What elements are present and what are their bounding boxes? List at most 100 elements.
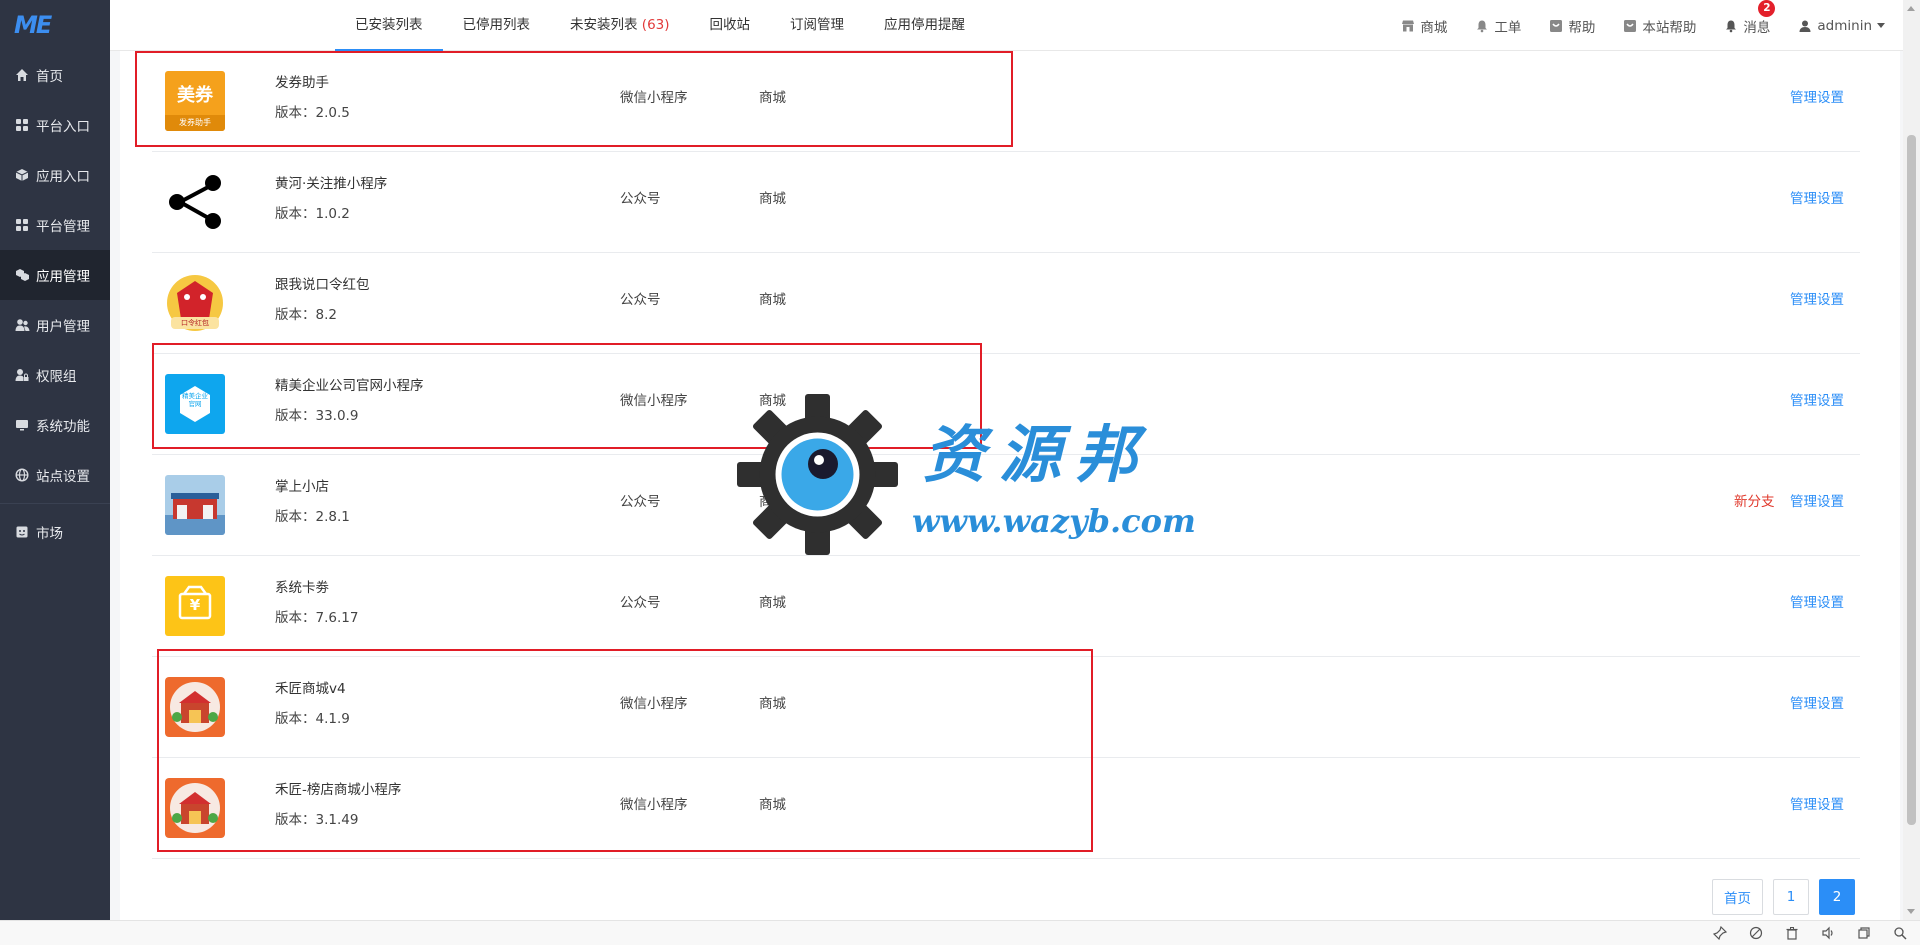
tab-label: 应用停用提醒 [884, 17, 966, 33]
ticket-link[interactable]: 工单 [1475, 16, 1521, 36]
help-icon [1623, 19, 1637, 33]
sidebar-item-permission-group[interactable]: 权限组 [0, 350, 110, 400]
app-name: 黄河·关注推小程序 [275, 176, 388, 192]
app-category: 商城 [759, 797, 786, 813]
app-category: 商城 [759, 393, 786, 409]
app-row: 禾匠商城v4 版本：4.1.9 微信小程序 商城 管理设置 [152, 657, 1860, 758]
manage-settings-link[interactable]: 管理设置 [1790, 86, 1844, 106]
logo[interactable]: ME [0, 0, 110, 50]
tab-installed-list[interactable]: 已安装列表 [335, 0, 443, 51]
sidebar-item-app-entry[interactable]: 应用入口 [0, 150, 110, 200]
message-count-badge: 2 [1758, 0, 1776, 17]
tab-app-disable-reminder[interactable]: 应用停用提醒 [864, 0, 985, 51]
app-type: 微信小程序 [620, 90, 688, 106]
sidebar-item-platform-entry[interactable]: 平台入口 [0, 100, 110, 150]
volume-icon[interactable] [1820, 925, 1836, 941]
app-type: 公众号 [620, 595, 661, 611]
app-type: 微信小程序 [620, 696, 688, 712]
app-row: 掌上小店 版本：2.8.1 公众号 商城 新分支 管理设置 [152, 455, 1860, 556]
app-name: 禾匠-榜店商城小程序 [275, 782, 402, 798]
storefront-icon [165, 475, 225, 535]
globe-icon [14, 467, 30, 483]
app-category: 商城 [759, 90, 786, 106]
app-category: 商城 [759, 292, 786, 308]
app-name: 精美企业公司官网小程序 [275, 378, 424, 394]
trash-icon[interactable] [1784, 925, 1800, 941]
sidebar-menu: 首页 平台入口 应用入口 平台管理 应用管理 用户管理 权限组 系统功能 站点设… [0, 50, 110, 557]
manage-settings-link[interactable]: 管理设置 [1790, 591, 1844, 611]
no-image-icon[interactable] [1748, 925, 1764, 941]
app-version: 版本：3.1.49 [275, 812, 359, 828]
sidebar-item-site-settings[interactable]: 站点设置 [0, 450, 110, 500]
app-category: 商城 [759, 595, 786, 611]
cubes-icon [14, 267, 30, 283]
messages-link[interactable]: 消息 2 [1724, 0, 1776, 36]
shop-link[interactable]: 商城 [1401, 16, 1447, 36]
tab-disabled-list[interactable]: 已停用列表 [443, 0, 551, 51]
sidebar-item-platform-manage[interactable]: 平台管理 [0, 200, 110, 250]
sidebar-item-system-functions[interactable]: 系统功能 [0, 400, 110, 450]
sidebar-item-label: 应用入口 [36, 169, 90, 185]
app-type: 公众号 [620, 191, 661, 207]
new-branch-link[interactable]: 新分支 [1734, 490, 1775, 510]
window-icon[interactable] [1856, 925, 1872, 941]
messages-label: 消息 [1743, 19, 1771, 36]
app-type: 微信小程序 [620, 797, 688, 813]
manage-settings-link[interactable]: 管理设置 [1790, 793, 1844, 813]
sidebar-item-app-manage[interactable]: 应用管理 [0, 250, 110, 300]
app-category: 商城 [759, 191, 786, 207]
app-type: 微信小程序 [620, 393, 688, 409]
tab-recycle-bin[interactable]: 回收站 [690, 0, 771, 51]
sidebar-item-home[interactable]: 首页 [0, 50, 110, 100]
app-version: 版本：7.6.17 [275, 610, 359, 626]
sidebar-item-label: 平台入口 [36, 119, 90, 135]
tab-label: 未安装列表 [570, 17, 638, 33]
tab-uninstalled-list[interactable]: 未安装列表 (63) [550, 0, 690, 51]
manage-settings-link[interactable]: 管理设置 [1790, 288, 1844, 308]
current-page-button[interactable]: 2 [1819, 879, 1855, 915]
scroll-up-arrow[interactable] [1907, 6, 1915, 11]
sidebar-item-market[interactable]: 市场 [0, 507, 110, 557]
tab-label: 已安装列表 [355, 17, 423, 33]
help-link[interactable]: 帮助 [1549, 16, 1595, 36]
app-row: 精美企业官网 精美企业公司官网小程序 版本：33.0.9 微信小程序 商城 管理… [152, 354, 1860, 455]
icon-text: 精美企业官网 [182, 392, 208, 408]
app-version: 版本：1.0.2 [275, 206, 350, 222]
app-type: 公众号 [620, 494, 661, 510]
app-name: 系统卡劵 [275, 580, 329, 596]
zoom-icon[interactable] [1892, 925, 1908, 941]
app-category: 商城 [759, 494, 786, 510]
first-page-button[interactable]: 首页 [1712, 879, 1763, 915]
tab-subscription-manage[interactable]: 订阅管理 [770, 0, 864, 51]
manage-settings-link[interactable]: 管理设置 [1790, 389, 1844, 409]
manage-settings-link[interactable]: 管理设置 [1790, 490, 1844, 510]
app-row: 口令红包 跟我说口令红包 版本：8.2 公众号 商城 管理设置 [152, 253, 1860, 354]
user-menu[interactable]: adminin [1798, 18, 1885, 34]
main-content: 美券 发券助手 发券助手 版本：2.0.5 微信小程序 商城 管理设置 黄河·关… [120, 51, 1900, 920]
app-name: 掌上小店 [275, 479, 329, 495]
browser-status-bar [0, 920, 1920, 945]
help-icon [1549, 19, 1563, 33]
tab-label: 已停用列表 [462, 17, 531, 33]
site-help-link[interactable]: 本站帮助 [1623, 16, 1696, 36]
app-row: 黄河·关注推小程序 版本：1.0.2 公众号 商城 管理设置 [152, 152, 1860, 253]
shop-icon [14, 524, 30, 540]
red-packet-icon: 口令红包 [165, 273, 225, 333]
app-category: 商城 [759, 696, 786, 712]
home-icon [14, 67, 30, 83]
app-name: 发券助手 [275, 75, 329, 91]
sidebar-item-user-manage[interactable]: 用户管理 [0, 300, 110, 350]
app-version: 版本：33.0.9 [275, 408, 359, 424]
sidebar-item-label: 市场 [36, 526, 63, 542]
scroll-down-arrow[interactable] [1907, 909, 1915, 914]
page-button[interactable]: 1 [1773, 879, 1809, 915]
manage-settings-link[interactable]: 管理设置 [1790, 692, 1844, 712]
user-lock-icon [14, 367, 30, 383]
sidebar-item-label: 系统功能 [36, 419, 90, 435]
mall-shop-icon [165, 778, 225, 838]
pin-icon[interactable] [1712, 925, 1728, 941]
monitor-icon [14, 417, 30, 433]
manage-settings-link[interactable]: 管理设置 [1790, 187, 1844, 207]
vertical-scrollbar[interactable] [1903, 0, 1920, 920]
scroll-thumb[interactable] [1907, 135, 1916, 825]
